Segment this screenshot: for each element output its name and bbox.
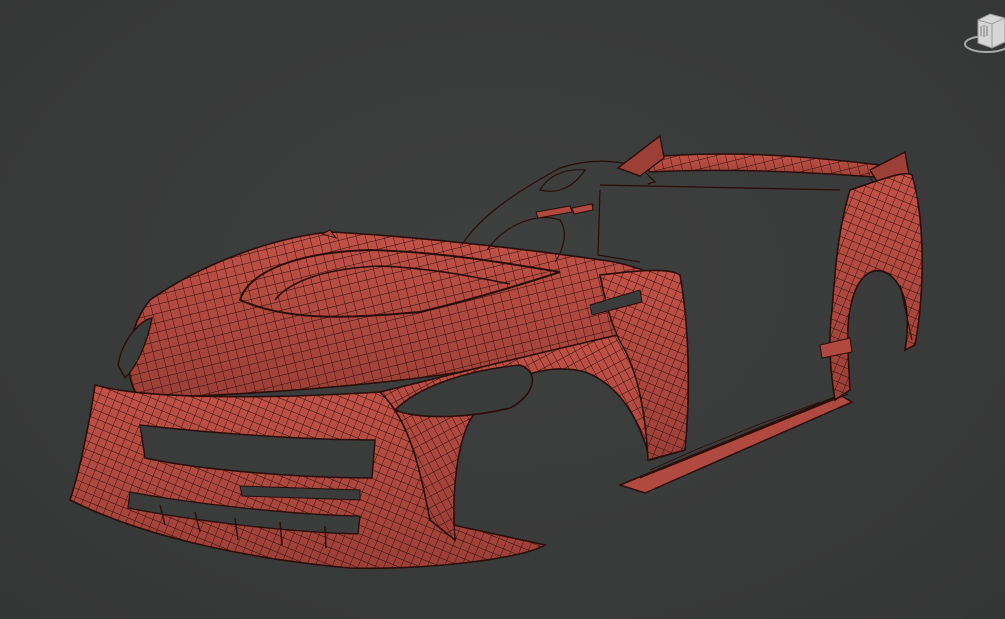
rear-wing[interactable] xyxy=(616,134,911,191)
car-body-mesh[interactable] xyxy=(0,0,1005,619)
viewcube-icon[interactable] xyxy=(960,8,1005,56)
cockpit-outline xyxy=(461,160,841,263)
viewcube[interactable] xyxy=(960,8,1005,56)
viewcube-face-label xyxy=(960,8,961,9)
rear-fender[interactable] xyxy=(819,172,923,402)
3d-viewport[interactable] xyxy=(0,0,1005,619)
